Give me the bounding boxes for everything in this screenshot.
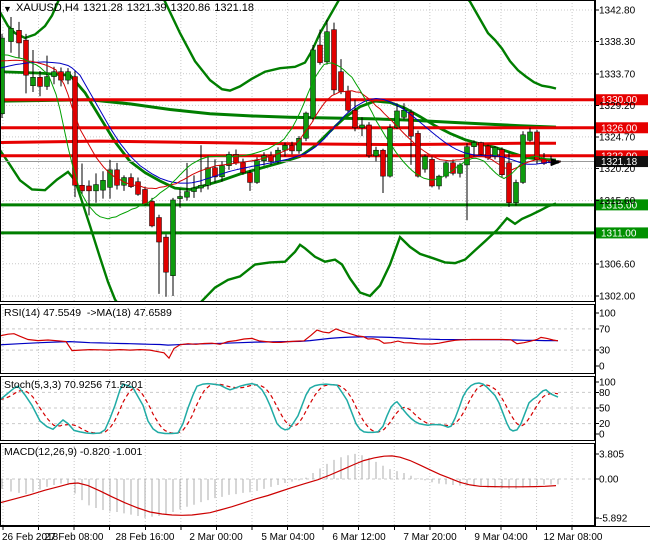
axis-tick-label: 70 <box>599 324 611 335</box>
candle-body <box>387 127 393 177</box>
candle-body <box>324 31 330 63</box>
candle-body <box>247 172 253 183</box>
candle-body <box>142 189 148 205</box>
candle-body <box>478 142 484 155</box>
axis-tick-label: 20 <box>599 419 611 430</box>
main-panel[interactable] <box>0 0 595 324</box>
trading-chart-window[interactable]: 100 70 30 0 100 80 50 20 0 3.805 0.00 -5.892 1330.00… <box>0 0 650 550</box>
candle-body <box>422 156 428 170</box>
candle-body <box>310 49 316 119</box>
candle-body <box>254 160 260 183</box>
candle-body <box>8 27 14 42</box>
candle-body <box>65 71 71 81</box>
candle-body <box>51 71 57 77</box>
rsi-line <box>1 328 559 360</box>
candle-body <box>331 29 337 91</box>
candle-body <box>100 180 106 191</box>
axis-tick-label: 0 <box>599 362 605 373</box>
axis-tick-label: 1315.60 <box>599 196 636 207</box>
macd-signal-line <box>1 455 557 516</box>
candle-body <box>86 185 92 192</box>
candle-body <box>219 165 225 178</box>
candle-body <box>303 112 309 139</box>
rsi-panel[interactable] <box>0 304 595 374</box>
time-axis-label: 7 Mar 20:00 <box>403 532 457 543</box>
bollinger-lower-band <box>1 149 557 301</box>
candle-body <box>492 147 498 157</box>
axis-tick-label: -5.892 <box>599 513 628 524</box>
candle-body <box>415 133 421 177</box>
candle-body <box>163 236 169 273</box>
time-axis-label: 28 Feb 16:00 <box>116 532 175 543</box>
axis-tick-label: 0.00 <box>599 475 619 486</box>
candle-body <box>198 185 204 189</box>
axis-tick-label: 1320.20 <box>599 164 636 175</box>
axis-tick-label: 1329.20 <box>599 101 636 112</box>
candle-body <box>191 187 197 192</box>
candle-body <box>359 124 365 129</box>
candle-body <box>44 76 50 87</box>
chart-canvas[interactable]: 1007030010080502003.8050.00-5.8921330.00… <box>0 0 650 550</box>
axis-tick-label: 1342.80 <box>599 6 636 17</box>
ma-green <box>1 54 557 220</box>
bollinger-upper-band <box>1 1 557 92</box>
candle-body <box>513 182 519 204</box>
candle-body <box>366 124 372 157</box>
candle-body <box>156 217 162 243</box>
candle-body <box>177 196 183 199</box>
candle-body <box>345 91 351 111</box>
slow-ma-line <box>1 98 557 129</box>
candle-body <box>338 71 344 92</box>
candle-body <box>170 199 176 276</box>
candle-body <box>534 131 540 160</box>
candle-body <box>107 169 113 188</box>
axis-tick-label: 30 <box>599 346 611 357</box>
candle-body <box>16 30 22 44</box>
candle-body <box>37 77 43 87</box>
axis-tick-label: 1333.70 <box>599 69 636 80</box>
axis-tick-label: 1306.60 <box>599 259 636 270</box>
candle-body <box>149 201 155 227</box>
candle-body <box>275 149 281 162</box>
candle-body <box>520 134 526 183</box>
candle-body <box>93 184 99 192</box>
candle-body <box>317 44 323 63</box>
candle-body <box>23 39 29 76</box>
time-axis-label: 9 Mar 04:00 <box>474 532 528 543</box>
rsi-ma-line <box>1 336 559 346</box>
axis-tick-label: 3.805 <box>599 449 624 460</box>
candle-body <box>205 167 211 186</box>
time-axis-label: 27 Feb 08:00 <box>45 532 104 543</box>
macd-panel[interactable] <box>0 443 595 526</box>
axis-tick-label: 1302.00 <box>599 292 636 303</box>
candle-body <box>499 149 505 175</box>
stoch-panel[interactable] <box>0 376 595 441</box>
candle-body <box>128 177 134 187</box>
axis-tick-label: 50 <box>599 404 611 415</box>
bollinger-middle-band <box>1 70 557 191</box>
candle-body <box>429 159 435 187</box>
time-axis-label: 6 Mar 12:00 <box>332 532 386 543</box>
candle-body <box>30 77 36 86</box>
candle-body <box>135 181 141 195</box>
axis-tick-label: 100 <box>599 309 616 320</box>
price-badge-label: 1311.00 <box>601 228 637 239</box>
axis-tick-label: 100 <box>599 378 616 389</box>
time-axis-label: 5 Mar 04:00 <box>261 532 315 543</box>
axis-tick-label: 1338.30 <box>599 37 636 48</box>
candle-body <box>373 149 379 157</box>
time-axis-label: 2 Mar 00:00 <box>189 532 243 543</box>
candle-body <box>352 109 358 129</box>
axis-tick-label: 0 <box>599 430 605 441</box>
candle-body <box>471 142 477 147</box>
time-axis-label: 12 Mar 08:00 <box>544 532 603 543</box>
axis-tick-label: 1324.70 <box>599 132 636 143</box>
symbol-dropdown-icon[interactable]: ▼ <box>3 4 12 14</box>
axis-tick-label: 80 <box>599 388 611 399</box>
candle-body <box>184 191 190 198</box>
candle-body <box>527 131 533 141</box>
candle-body <box>380 149 386 177</box>
